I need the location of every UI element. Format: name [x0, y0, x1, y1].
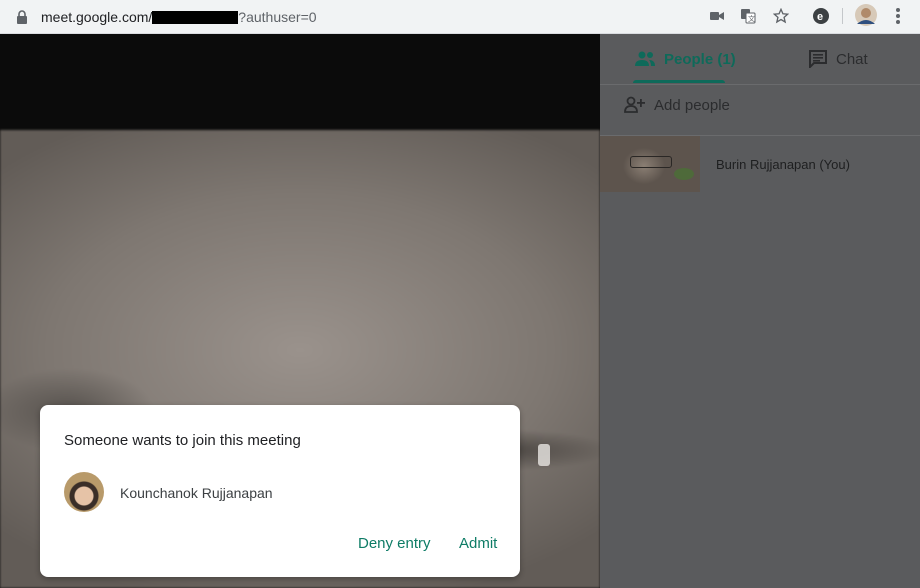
deny-entry-button[interactable]: Deny entry [358, 535, 431, 552]
thumbnail-background-detail [674, 168, 694, 180]
translate-icon[interactable]: 文 [738, 6, 758, 26]
tab-people-label: People (1) [664, 50, 736, 68]
panel-tabs: People (1) Chat [600, 34, 920, 85]
participant-thumbnail [600, 136, 700, 192]
active-tab-indicator [633, 80, 725, 83]
video-glare [538, 444, 550, 466]
side-panel: People (1) Chat Add people Burin Rujjana… [600, 34, 920, 588]
svg-text:e: e [817, 11, 823, 23]
profile-avatar[interactable] [855, 4, 877, 26]
add-person-icon [624, 96, 645, 113]
people-icon [635, 51, 655, 66]
tab-chat[interactable]: Chat [808, 34, 868, 84]
url-domain: meet.google.com/ [41, 9, 153, 25]
add-people-button[interactable]: Add people [624, 96, 730, 114]
join-request-dialog: Someone wants to join this meeting Kounc… [40, 405, 520, 577]
thumbnail-detail [630, 156, 672, 168]
tab-people[interactable]: People (1) [634, 34, 736, 84]
extension-icon[interactable]: e [811, 6, 831, 26]
svg-text:文: 文 [748, 14, 755, 23]
browser-toolbar: meet.google.com/ ?authuser=0 文 e [0, 0, 920, 34]
url-text[interactable]: meet.google.com/ ?authuser=0 [41, 9, 317, 25]
requester-avatar [64, 472, 104, 512]
add-people-label: Add people [654, 96, 730, 114]
admit-button[interactable]: Admit [459, 535, 497, 552]
tab-chat-label: Chat [836, 50, 868, 68]
menu-icon[interactable] [888, 6, 908, 26]
participant-name: Burin Rujjanapan (You) [716, 157, 850, 172]
dialog-title: Someone wants to join this meeting [64, 432, 301, 449]
redacted-url-segment [152, 11, 239, 24]
lock-icon[interactable] [16, 10, 28, 24]
star-icon[interactable] [771, 6, 791, 26]
requester-name: Kounchanok Rujjanapan [120, 485, 273, 501]
address-bar[interactable]: meet.google.com/ ?authuser=0 [4, 3, 798, 29]
video-camera-icon[interactable] [707, 6, 727, 26]
url-suffix: ?authuser=0 [238, 9, 317, 25]
chat-icon [809, 50, 827, 68]
toolbar-separator [842, 8, 843, 24]
